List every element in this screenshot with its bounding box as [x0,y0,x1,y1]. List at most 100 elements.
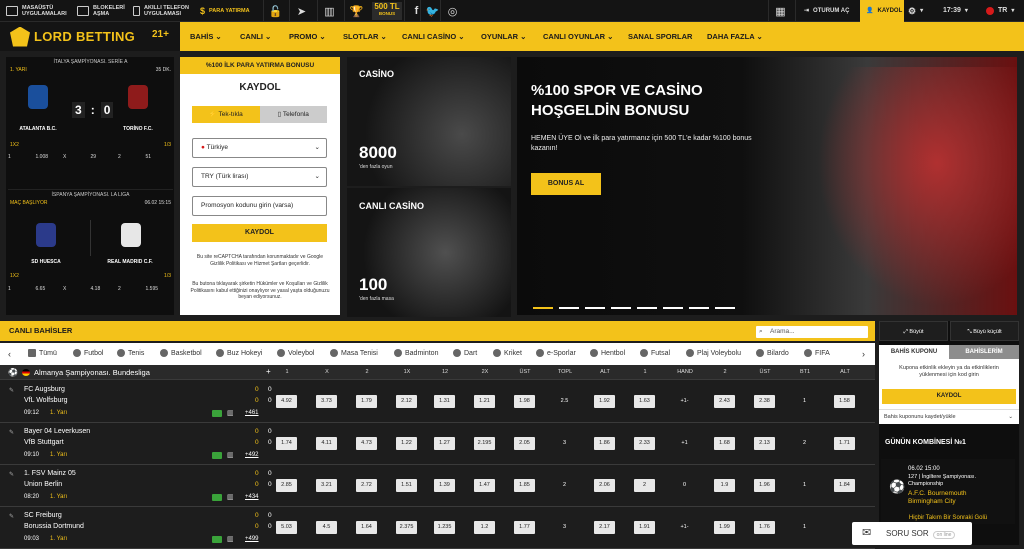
odds-line[interactable]: 1 6.65 X 4.18 2 1.595 [8,286,173,292]
odd-button[interactable]: 4.5 [316,521,337,534]
hero-banner[interactable]: %100 SPOR VE CASİNO HOŞGELDİN BONUSU HEM… [517,57,1017,315]
phone-apps-link[interactable]: AKILLI TELEFON UYGULAMASI [133,0,193,22]
odd-button[interactable]: 1.235 [434,521,455,534]
odd-button[interactable]: 1.39 [434,479,455,492]
odd-button[interactable]: 1.84 [834,479,855,492]
sport-esports[interactable]: e-Sporlar [536,349,576,357]
odd-button[interactable]: 1.86 [594,437,615,450]
odd-button[interactable]: 2 [634,479,655,492]
sport-basketball[interactable]: Basketbol [160,349,202,357]
odd-button[interactable]: 1.98 [514,395,535,408]
shrink-button[interactable]: ⤡ Büyü küçült [950,321,1019,341]
sport-futsal[interactable]: Futsal [640,349,670,357]
odd-button[interactable]: 2.195 [474,437,495,450]
odd-button[interactable]: 1.2 [474,521,495,534]
nav-canli[interactable]: CANLI ⌄ [240,22,271,51]
odd-button[interactable]: 2.12 [396,395,417,408]
ask-question-chat[interactable]: ✉ SORU SOR on line [852,522,972,545]
odd-button[interactable]: 3.73 [316,395,337,408]
carousel-dots[interactable] [533,307,735,309]
odd-button[interactable]: 1.76 [754,521,775,534]
search-input[interactable]: ⌕ Arama... [756,326,868,338]
stats-icon[interactable]: ▥ [317,0,341,22]
odd-button[interactable]: 1.9 [714,479,735,492]
odd-button[interactable]: 1.22 [396,437,417,450]
tab-phone[interactable]: ▯ Telefonla [259,106,327,123]
odd-button[interactable]: 1.96 [754,479,775,492]
odd-button[interactable]: 1.21 [474,395,495,408]
lock-icon[interactable]: 🔓 [263,0,287,22]
odd-button[interactable]: 1.64 [356,521,377,534]
tab-bet-coupon[interactable]: BAHİS KUPONU [879,345,949,359]
odd-button[interactable]: 2.17 [594,521,615,534]
odd-button[interactable]: 2.33 [634,437,655,450]
sport-all[interactable]: Tümü [28,349,57,357]
odd-button[interactable]: 1.85 [514,479,535,492]
enlarge-button[interactable]: ⤢ Büyüt [879,321,948,341]
odd-button[interactable]: 2.05 [514,437,535,450]
bonus-500-badge[interactable]: 500 TL BONUS [372,2,402,20]
star-icon[interactable]: ✎ [9,429,14,436]
odd-button[interactable]: 1.63 [634,395,655,408]
star-icon[interactable]: ✎ [9,471,14,478]
odd-button[interactable]: 2.38 [754,395,775,408]
odd-button[interactable]: 4.92 [276,395,297,408]
sport-tennis[interactable]: Tenis [117,349,144,357]
nav-canli-casino[interactable]: CANLI CASİNO ⌄ [402,22,465,51]
tab-one-click[interactable]: ⚡ Tek-tıkla [192,106,260,123]
odd-button[interactable]: 4.11 [316,437,337,450]
more-markets-link[interactable]: +492 [245,452,259,458]
qr-icon[interactable]: ▦ [768,0,792,22]
sport-ice-hockey[interactable]: Buz Hokeyi [216,349,262,357]
star-icon[interactable]: ✎ [9,387,14,394]
sport-handball[interactable]: Hentbol [590,349,625,357]
odd-button[interactable]: 1.68 [714,437,735,450]
nav-oyunlar[interactable]: OYUNLAR ⌄ [481,22,526,51]
clock-dropdown[interactable]: 17:39 ▾ [943,0,981,22]
live-match-card[interactable]: İSPANYA ŞAMPİYONASI. LA LIGA MAÇ BAŞLIYO… [8,189,173,313]
live-tv-icon[interactable] [212,536,222,543]
coupon-register-button[interactable]: KAYDOL [882,389,1016,404]
bonus-button[interactable]: BONUS AL [531,173,601,195]
odd-button[interactable]: 2.06 [594,479,615,492]
register-button[interactable]: KAYDOL [192,224,327,242]
odd-button[interactable]: 1.71 [834,437,855,450]
nav-bahis[interactable]: BAHİS ⌄ [190,22,222,51]
odd-button[interactable]: 1.99 [714,521,735,534]
sport-football[interactable]: Futbol [73,349,103,357]
chevron-left-icon[interactable]: ‹ [0,349,11,359]
more-markets-link[interactable]: +461 [245,410,259,416]
odds-line[interactable]: 1 1.008 X 29 2 51 [8,154,173,160]
odd-button[interactable]: 1.77 [514,521,535,534]
language-dropdown[interactable]: TR ▾ [986,0,1020,22]
sport-table-tennis[interactable]: Masa Tenisi [330,349,378,357]
odd-button[interactable]: 1.92 [594,395,615,408]
stats-icon[interactable]: ▥ [227,535,234,543]
odd-button[interactable]: 2.375 [396,521,417,534]
casino-tile[interactable]: CASİNO 8000 'den fazla oyun [347,57,511,186]
register-top-button[interactable]: 👤 KAYDOL [860,0,904,22]
settings-dropdown[interactable]: ⚙ ▾ [908,0,942,22]
star-icon[interactable]: ✎ [9,513,14,520]
add-icon[interactable]: + [266,367,271,376]
deposit-link[interactable]: $ PARA YATIRMA [200,0,260,22]
more-markets-link[interactable]: +499 [245,536,259,542]
stats-icon[interactable]: ▥ [227,451,234,459]
odd-button[interactable]: 2.72 [356,479,377,492]
sport-volleyball[interactable]: Voleybol [277,349,314,357]
odd-button[interactable]: 1.31 [434,395,455,408]
sport-fifa[interactable]: FIFA [804,349,830,357]
nav-slotlar[interactable]: SLOTLAR ⌄ [343,22,387,51]
odd-button[interactable]: 1.47 [474,479,495,492]
odd-button[interactable]: 5.03 [276,521,297,534]
sport-darts[interactable]: Dart [453,349,477,357]
combo-card[interactable]: ⚽ 06.02 15:00 127 | İngiltere Şampiyonas… [881,459,1015,524]
more-markets-link[interactable]: +434 [245,494,259,500]
sport-billiards[interactable]: Bilardo [756,349,789,357]
live-tv-icon[interactable] [212,494,222,501]
stats-icon[interactable]: ▥ [227,493,234,501]
odd-button[interactable]: 3.21 [316,479,337,492]
country-select[interactable]: ● Türkiye ⌄ [192,138,327,158]
odd-button[interactable]: 2.43 [714,395,735,408]
odd-button[interactable]: 1.51 [396,479,417,492]
